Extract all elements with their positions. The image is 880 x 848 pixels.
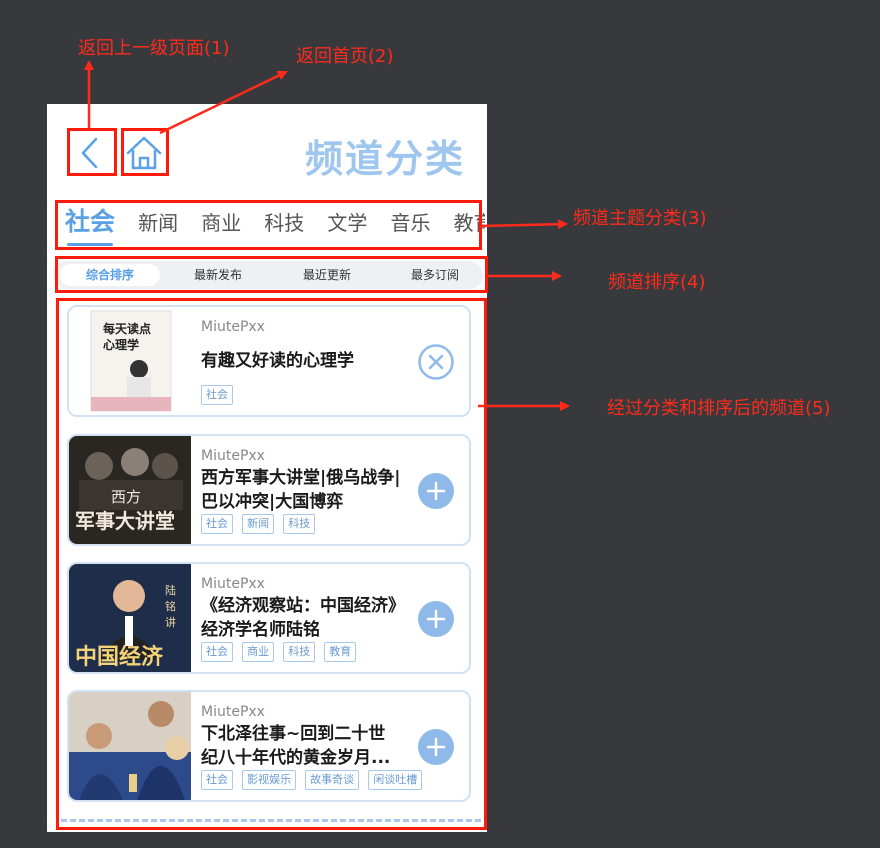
highlight-sort [55,256,488,293]
highlight-list [56,298,487,830]
annotation-home: 返回首页(2) [296,46,394,67]
annotation-tabs: 频道主题分类(3) [573,208,707,229]
page-title: 频道分类 [304,137,465,181]
annotation-list: 经过分类和排序后的频道(5) [607,398,831,419]
annotation-back: 返回上一级页面(1) [78,38,230,59]
highlight-tabs [55,200,482,250]
annotation-sort: 频道排序(4) [608,272,706,293]
highlight-back [67,128,117,176]
highlight-home [121,128,169,176]
